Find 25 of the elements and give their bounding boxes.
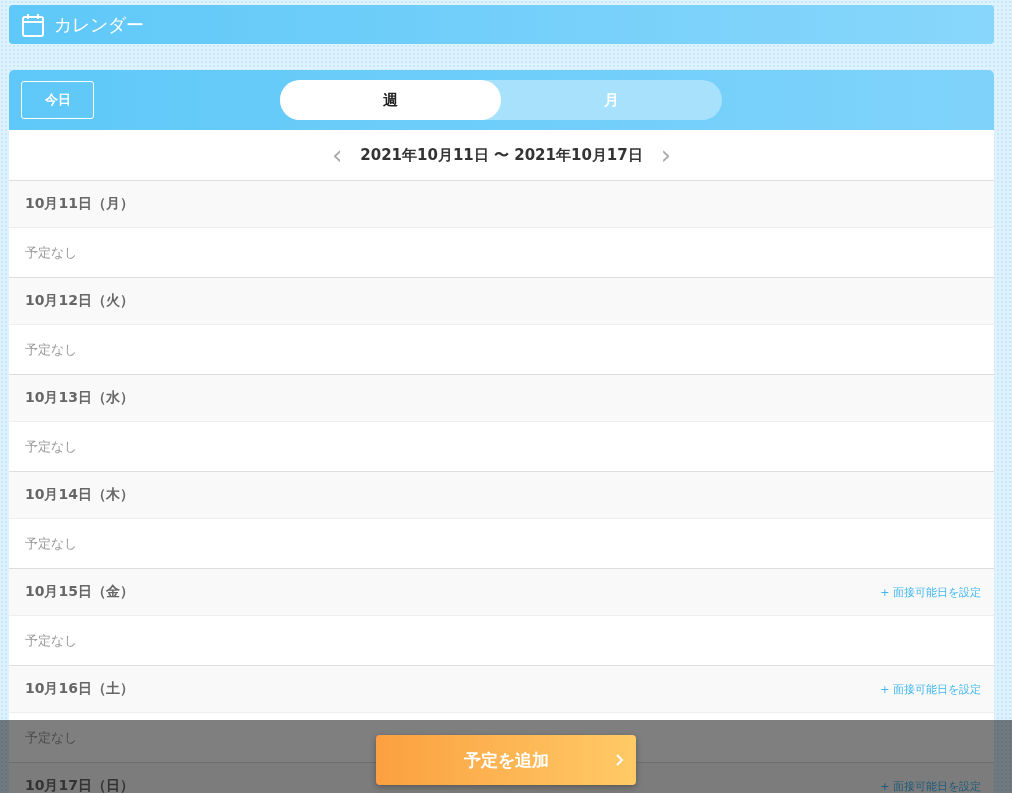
day-date: 10月11日（月）	[25, 195, 134, 213]
no-schedule-text: 予定なし	[25, 631, 77, 650]
next-week-button[interactable]: ›	[656, 142, 676, 168]
today-button[interactable]: 今日	[21, 81, 94, 119]
no-schedule-text: 予定なし	[25, 243, 77, 262]
set-availability-link[interactable]: + 面接可能日を設定	[880, 778, 981, 793]
chevron-right-icon	[616, 754, 624, 766]
day-date: 10月13日（水）	[25, 389, 134, 407]
no-schedule-text: 予定なし	[25, 437, 77, 456]
day-date: 10月14日（木）	[25, 486, 134, 504]
previous-week-button[interactable]: ‹	[327, 142, 347, 168]
no-schedule-text: 予定なし	[25, 340, 77, 359]
date-range: 2021年10月11日 〜 2021年10月17日	[360, 145, 643, 165]
no-schedule-text: 予定なし	[25, 534, 77, 553]
calendar-icon	[22, 12, 44, 37]
view-tab[interactable]: 月	[501, 80, 722, 120]
day-date: 10月17日（日）	[25, 777, 134, 793]
add-schedule-button[interactable]: 予定を追加	[376, 735, 636, 785]
day-date: 10月12日（火）	[25, 292, 134, 310]
day-date: 10月15日（金）	[25, 583, 134, 601]
view-tab[interactable]: 週	[280, 80, 501, 120]
page-title: カレンダー	[54, 12, 144, 37]
set-availability-link[interactable]: + 面接可能日を設定	[880, 681, 981, 697]
day-date: 10月16日（土）	[25, 680, 134, 698]
set-availability-link[interactable]: + 面接可能日を設定	[880, 584, 981, 600]
